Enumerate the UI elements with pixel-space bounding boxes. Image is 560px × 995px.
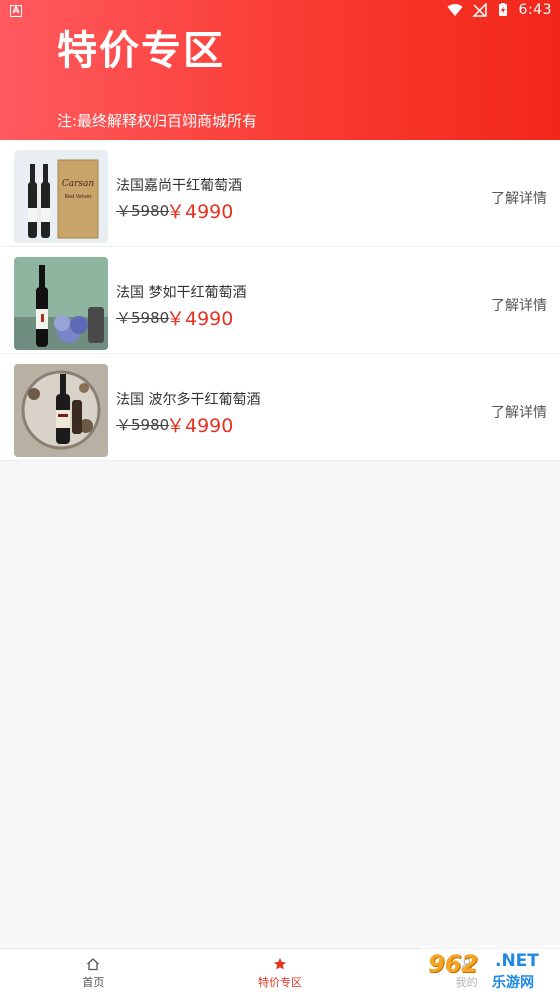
list-item[interactable]: 法国 波尔多干红葡萄酒 ￥5980 ￥4990 了解详情 xyxy=(0,354,560,461)
tab-label: 特价专区 xyxy=(258,976,302,989)
product-image[interactable] xyxy=(14,257,108,350)
star-icon xyxy=(274,958,286,970)
original-price: ￥5980 xyxy=(116,202,170,220)
watermark-site: 乐游网 xyxy=(492,975,534,991)
watermark-number: 962 xyxy=(428,950,479,978)
notice-text: 注:最终解释权归百翊商城所有 xyxy=(57,112,258,130)
product-name: 法国 波尔多干红葡萄酒 xyxy=(116,392,261,408)
detail-link[interactable]: 了解详情 xyxy=(491,188,547,208)
battery-icon xyxy=(498,3,507,16)
product-name: 法国 梦如干红葡萄酒 xyxy=(116,285,247,301)
notification-a-icon: A xyxy=(10,5,22,17)
site-watermark: 962 .NET 乐游网 xyxy=(420,946,560,995)
list-item[interactable]: 法国 梦如干红葡萄酒 ￥5980 ￥4990 了解详情 xyxy=(0,247,560,354)
wifi-icon xyxy=(447,4,463,17)
tab-label: 首页 xyxy=(82,976,105,989)
tab-home[interactable]: 首页 xyxy=(0,949,187,995)
product-image[interactable] xyxy=(14,364,108,457)
wine-bottle-image xyxy=(14,257,108,350)
page-title: 特价专区 xyxy=(57,28,225,74)
header-banner: A 6:43 特价专区 注:最终解释权归百翊商城所有 xyxy=(0,0,560,140)
svg-text:Red Velvet: Red Velvet xyxy=(65,194,92,200)
wine-tray-image xyxy=(14,364,108,457)
original-price: ￥5980 xyxy=(116,416,170,434)
sale-price: ￥4990 xyxy=(166,308,234,330)
sale-price: ￥4990 xyxy=(166,415,234,437)
wine-box-image: Carsan Red Velvet xyxy=(14,150,108,243)
svg-text:Carsan: Carsan xyxy=(62,179,95,189)
product-name: 法国嘉尚干红葡萄酒 xyxy=(116,178,242,194)
detail-link[interactable]: 了解详情 xyxy=(491,295,547,315)
tab-special-offers[interactable]: 特价专区 xyxy=(187,949,374,995)
home-icon xyxy=(87,958,100,971)
detail-link[interactable]: 了解详情 xyxy=(491,402,547,422)
clock: 6:43 xyxy=(518,2,552,18)
list-item[interactable]: Carsan Red Velvet 法国嘉尚干红葡萄酒 ￥5980 ￥4990 … xyxy=(0,140,560,247)
sale-price: ￥4990 xyxy=(166,201,234,223)
product-list: Carsan Red Velvet 法国嘉尚干红葡萄酒 ￥5980 ￥4990 … xyxy=(0,140,560,461)
product-image[interactable]: Carsan Red Velvet xyxy=(14,150,108,243)
signal-off-icon xyxy=(471,3,487,17)
original-price: ￥5980 xyxy=(116,309,170,327)
watermark-suffix: .NET xyxy=(495,951,539,971)
